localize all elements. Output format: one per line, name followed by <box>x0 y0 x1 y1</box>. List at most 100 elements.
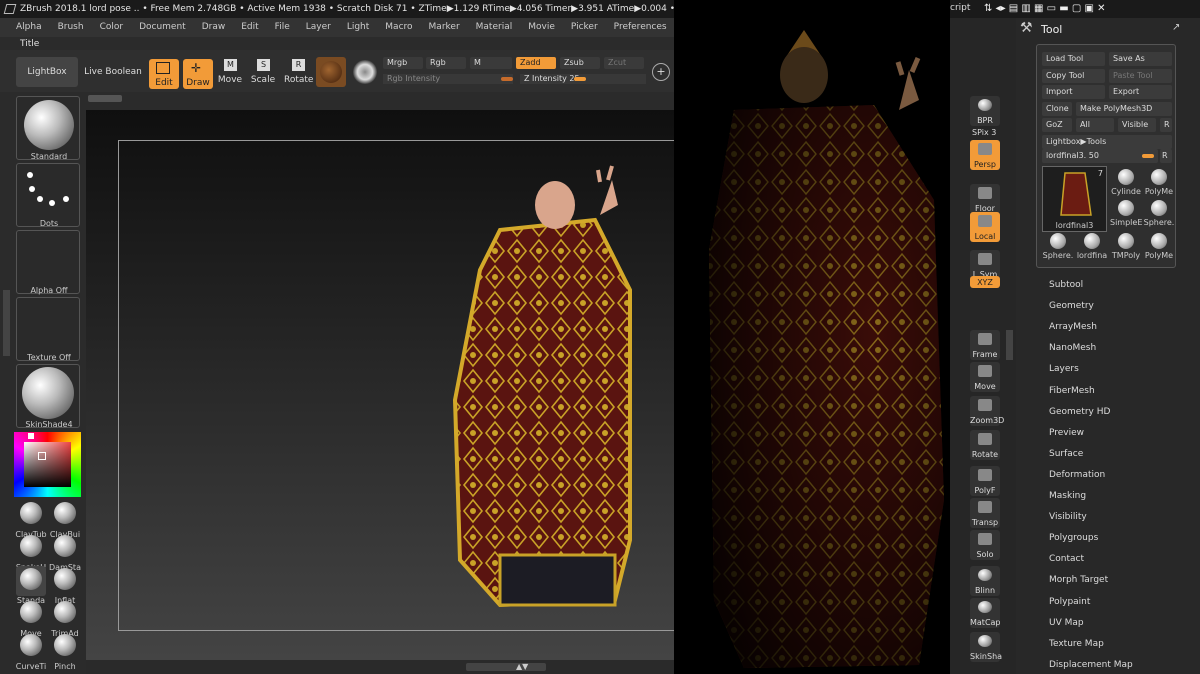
z-intensity-knob[interactable] <box>574 77 586 81</box>
mrgb-button[interactable]: Mrgb <box>383 57 423 69</box>
tool-btn-goz[interactable]: GoZ <box>1042 118 1072 132</box>
brush-mini-9[interactable]: Pinch <box>50 632 80 671</box>
shelf-skinsha[interactable]: SkinSha <box>970 632 1002 662</box>
menu-movie[interactable]: Movie <box>528 18 555 37</box>
menu-picker[interactable]: Picker <box>571 18 598 37</box>
color-picker[interactable] <box>14 432 81 497</box>
texture-selector[interactable]: Texture Off <box>16 297 80 362</box>
menu-draw[interactable]: Draw <box>202 18 226 37</box>
shelf-persp[interactable]: Persp <box>970 140 1000 170</box>
tool-thumb-6[interactable]: lordfina <box>1076 232 1108 264</box>
tool-thumb-5[interactable]: Sphere. <box>1042 232 1074 264</box>
tool-btn-clone[interactable]: Clone <box>1042 102 1072 116</box>
menu-file[interactable]: File <box>275 18 290 37</box>
tool-btn-make-polymesh3d[interactable]: Make PolyMesh3D <box>1076 102 1172 116</box>
tool-thumb-3[interactable]: SimpleE <box>1110 199 1142 231</box>
tool-btn-lightbox-tools[interactable]: Lightbox▶Tools <box>1042 135 1172 149</box>
character-model-viewport[interactable] <box>440 160 640 620</box>
shelf-floor[interactable]: Floor <box>970 184 1000 214</box>
tool-btn-copy-tool[interactable]: Copy Tool <box>1042 69 1105 83</box>
shelf-zoom3d[interactable]: Zoom3D <box>970 396 1004 426</box>
shelf-blinn[interactable]: Blinn <box>970 566 1000 596</box>
rotate-button[interactable]: R Rotate <box>284 59 313 87</box>
add-circle-icon[interactable]: + <box>652 63 670 81</box>
tool-btn-save-as[interactable]: Save As <box>1109 52 1172 66</box>
subpalette-polygroups[interactable]: Polygroups <box>1049 533 1098 543</box>
material-swatch-button[interactable] <box>316 57 346 87</box>
subpalette-texture-map[interactable]: Texture Map <box>1049 639 1104 649</box>
subpalette-uv-map[interactable]: UV Map <box>1049 618 1084 628</box>
tool-btn-visible[interactable]: Visible <box>1118 118 1156 132</box>
rgb-intensity-knob[interactable] <box>501 77 513 81</box>
menu-layer[interactable]: Layer <box>306 18 331 37</box>
edit-button[interactable]: Edit <box>149 59 179 89</box>
menu-edit[interactable]: Edit <box>241 18 258 37</box>
lightbox-button[interactable]: LightBox <box>16 57 78 87</box>
brush-mini-6[interactable]: Move <box>16 599 46 638</box>
tool-thumb-4[interactable]: Sphere. <box>1143 199 1175 231</box>
zcut-button[interactable]: Zcut <box>604 57 644 69</box>
brush-selector[interactable]: Standard <box>16 96 80 161</box>
subpalette-deformation[interactable]: Deformation <box>1049 470 1105 480</box>
menu-marker[interactable]: Marker <box>429 18 460 37</box>
stroke-selector[interactable]: Dots <box>16 163 80 228</box>
m-button[interactable]: M <box>470 57 512 69</box>
subpalette-masking[interactable]: Masking <box>1049 491 1086 501</box>
subpalette-surface[interactable]: Surface <box>1049 449 1083 459</box>
subpalette-morph-target[interactable]: Morph Target <box>1049 575 1108 585</box>
shelf-matcap[interactable]: MatCap <box>970 598 1001 628</box>
brush-mini-4[interactable]: Standa <box>16 566 46 605</box>
menu-color[interactable]: Color <box>100 18 124 37</box>
menu-brush[interactable]: Brush <box>58 18 84 37</box>
left-tray-handle[interactable] <box>3 290 10 356</box>
subpalette-displacement-map[interactable]: Displacement Map <box>1049 660 1133 670</box>
alpha-selector[interactable]: Alpha Off <box>16 230 80 295</box>
shelf-local[interactable]: Local <box>970 212 1000 242</box>
tool-r-button[interactable]: R <box>1160 149 1172 163</box>
subpalette-preview[interactable]: Preview <box>1049 428 1084 438</box>
shelf-move[interactable]: Move <box>970 362 1000 392</box>
subpalette-nanomesh[interactable]: NanoMesh <box>1049 343 1096 353</box>
active-tool-thumbnail[interactable]: 7 lordfinal3 <box>1042 166 1107 232</box>
move-button[interactable]: M Move <box>217 59 243 87</box>
tool-btn-import[interactable]: Import <box>1042 85 1105 99</box>
shelf-bpr[interactable]: BPR <box>970 96 1000 126</box>
subpalette-fibermesh[interactable]: FiberMesh <box>1049 386 1095 396</box>
brush-mini-3[interactable]: DamSta <box>49 533 81 572</box>
right-tray-handle[interactable] <box>1006 330 1013 360</box>
expand-arrows-icon[interactable]: ▲▼ <box>516 662 528 671</box>
window-controls-icons[interactable]: ⇅ ◂▸ ▤ ▥ ▦ ▭ ▬ ▢ ▣ ✕ <box>984 3 1106 14</box>
menu-macro[interactable]: Macro <box>385 18 412 37</box>
tool-btn-export[interactable]: Export <box>1109 85 1172 99</box>
material-selector[interactable]: SkinShade4 <box>16 364 80 429</box>
subpalette-subtool[interactable]: Subtool <box>1049 280 1083 290</box>
subpalette-geometry-hd[interactable]: Geometry HD <box>1049 407 1110 417</box>
horizontal-scroll-handle[interactable] <box>466 663 546 671</box>
z-intensity-slider[interactable]: Z Intensity 25 <box>520 74 646 84</box>
shelf-transp[interactable]: Transp <box>970 498 1000 528</box>
shelf-polyf[interactable]: PolyF <box>970 466 1000 496</box>
tool-thumb-2[interactable]: PolyMe <box>1143 168 1175 200</box>
zadd-button[interactable]: Zadd <box>516 57 556 69</box>
palette-close-icon[interactable]: ↗ <box>1172 22 1180 33</box>
shelf-solo[interactable]: Solo <box>970 530 1000 560</box>
tool-thumb-8[interactable]: PolyMe <box>1143 232 1175 264</box>
shelf-frame[interactable]: Frame <box>970 330 1000 360</box>
brush-mini-0[interactable]: ClayTub <box>15 500 47 539</box>
brush-mini-2[interactable]: SnakeH <box>16 533 46 572</box>
subpalette-visibility[interactable]: Visibility <box>1049 512 1087 522</box>
brush-mini-7[interactable]: TrimAd <box>50 599 80 638</box>
subpalette-arraymesh[interactable]: ArrayMesh <box>1049 322 1097 332</box>
menu-material[interactable]: Material <box>476 18 513 37</box>
brush-mini-1[interactable]: ClayBui <box>50 500 80 539</box>
brush-mini-8[interactable]: CurveTi <box>16 632 46 671</box>
scale-button[interactable]: S Scale <box>250 59 276 87</box>
tool-btn-all[interactable]: All <box>1076 118 1114 132</box>
brush-mini-5[interactable]: Inflat <box>50 566 80 605</box>
tool-btn-load-tool[interactable]: Load Tool <box>1042 52 1105 66</box>
subpalette-polypaint[interactable]: Polypaint <box>1049 597 1090 607</box>
subpalette-contact[interactable]: Contact <box>1049 554 1084 564</box>
color-cursor-icon[interactable] <box>38 452 46 460</box>
tool-btn-r[interactable]: R <box>1160 118 1172 132</box>
draw-button[interactable]: ✛ Draw <box>183 59 213 89</box>
